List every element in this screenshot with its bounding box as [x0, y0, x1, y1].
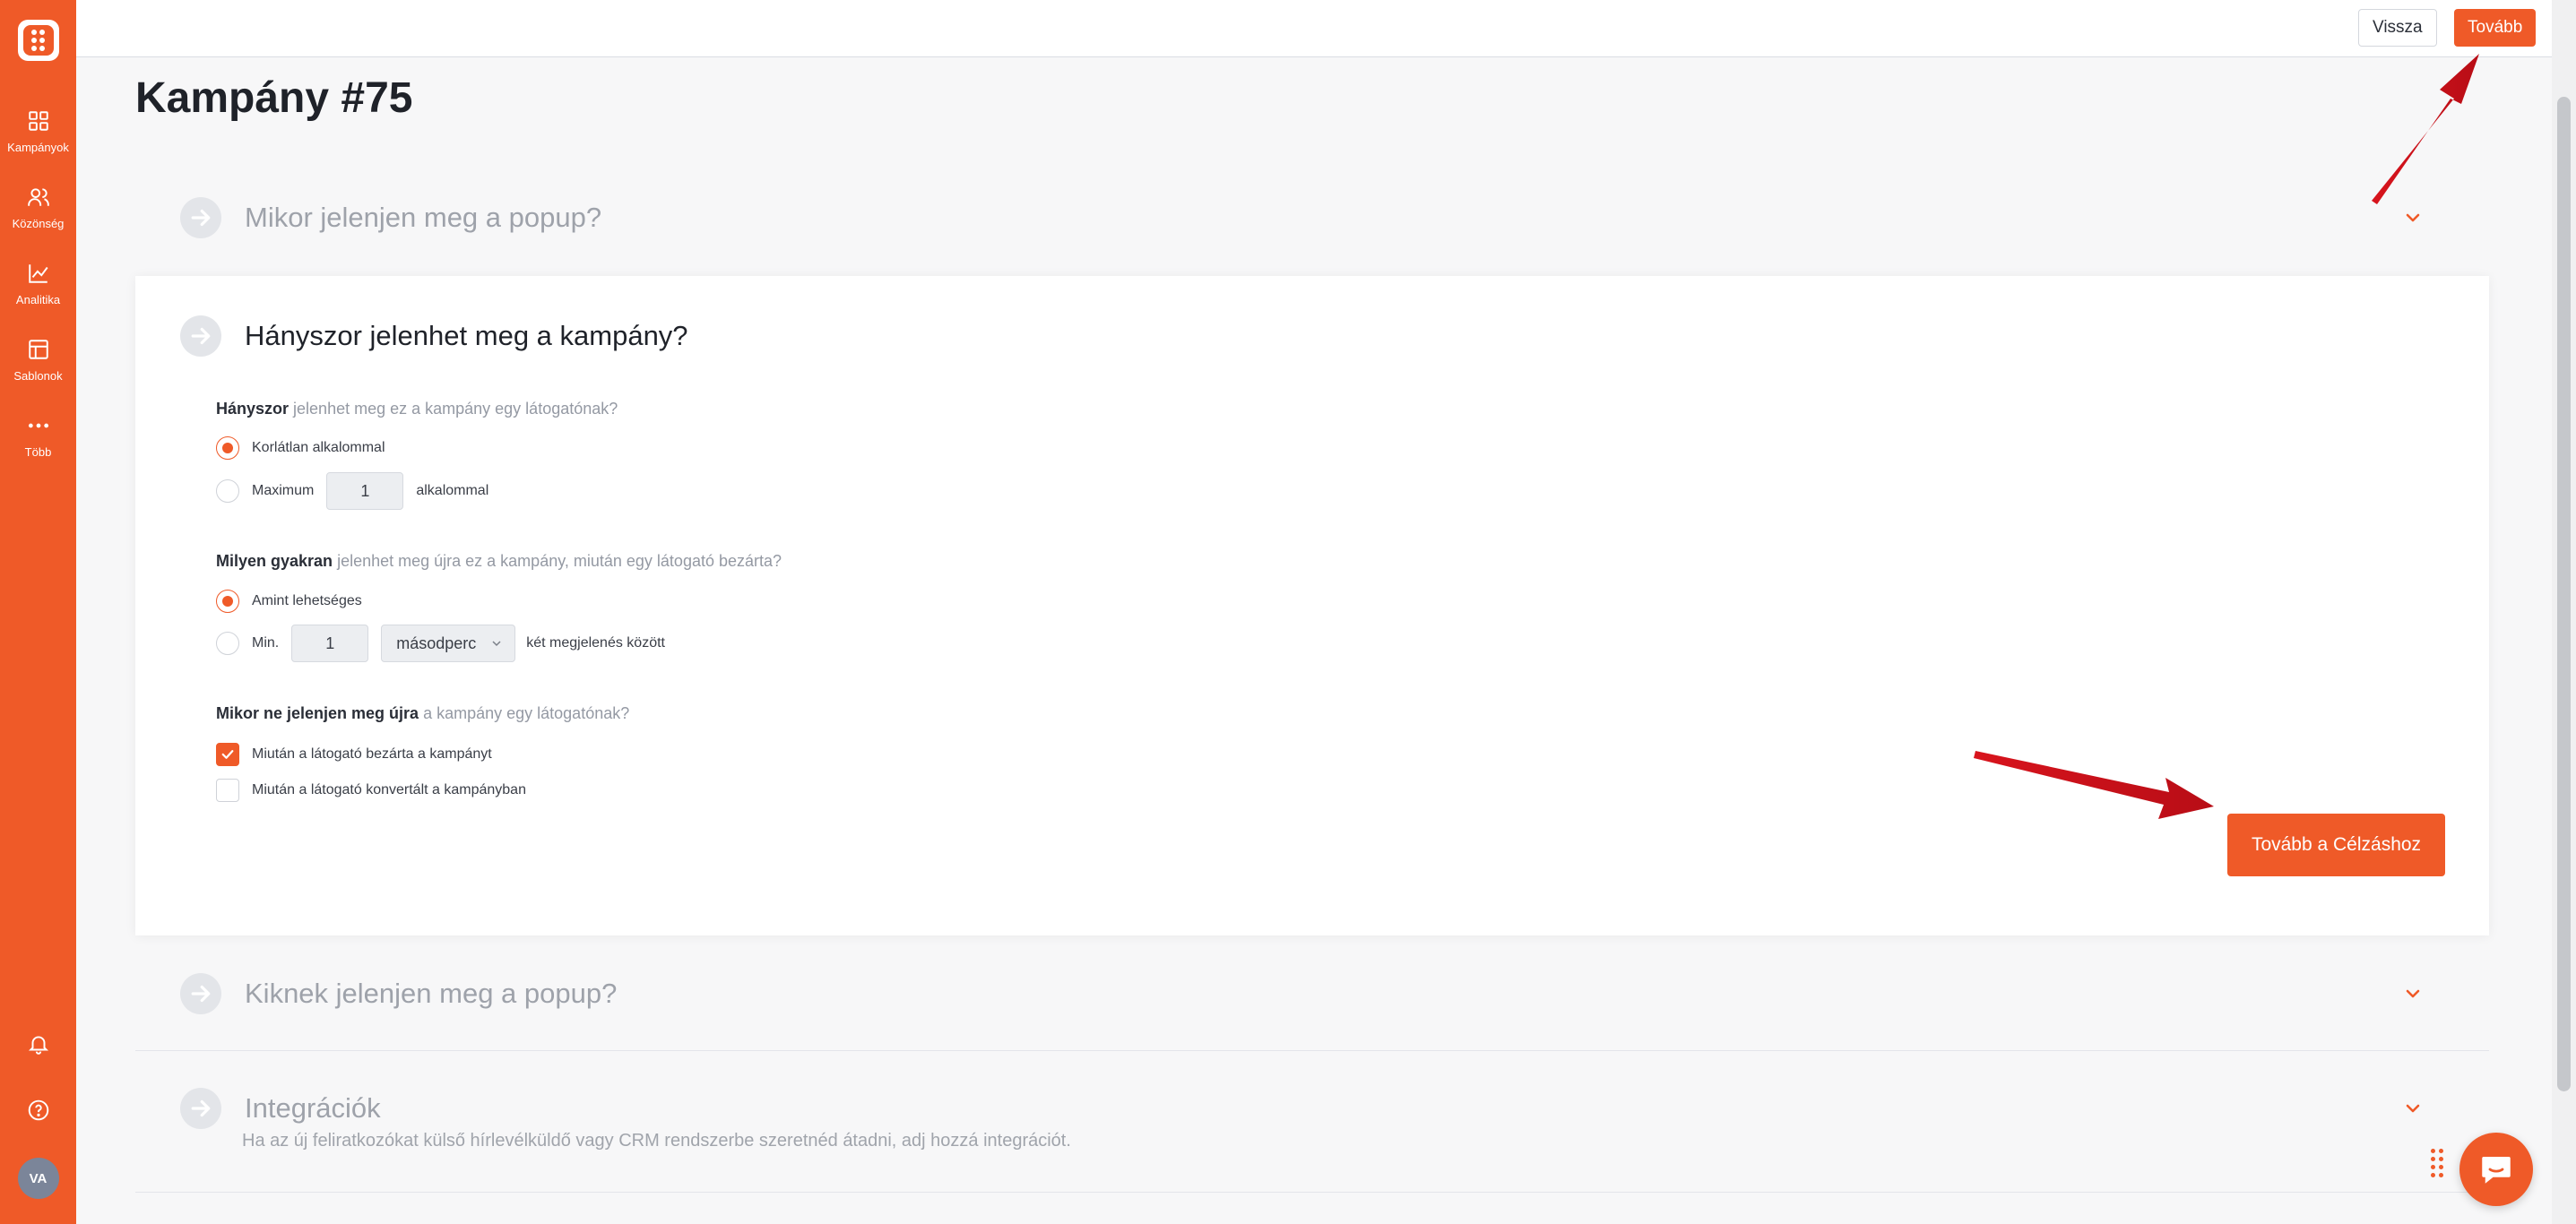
question-when-not: Mikor ne jelenjen meg újra a kampány egy… — [216, 704, 630, 722]
sidebar-nav: Kampányok Közönség Analitika Sablonok Tö… — [0, 93, 76, 474]
app-logo[interactable] — [17, 20, 59, 61]
max-count-input[interactable]: 1 — [326, 472, 404, 510]
option-after-close[interactable]: Miután a látogató bezárta a kampányt — [216, 743, 492, 766]
section-when[interactable]: Mikor jelenjen meg a popup? — [135, 192, 2489, 246]
min-interval-input[interactable]: 1 — [291, 625, 369, 662]
sidebar-item-label: Sablonok — [13, 368, 63, 383]
scrollbar-thumb[interactable] — [2557, 97, 2571, 1091]
page-title: Kampány #75 — [135, 74, 413, 122]
sidebar-item-kampanyok[interactable]: Kampányok — [0, 93, 76, 169]
checkbox-after-convert[interactable] — [216, 779, 239, 802]
sidebar-item-kozonseg[interactable]: Közönség — [0, 169, 76, 246]
option-after-convert[interactable]: Miután a látogató konvertált a kampányba… — [216, 779, 526, 802]
more-icon — [28, 423, 48, 427]
layout-icon — [28, 339, 48, 359]
chevron-down-icon — [492, 641, 501, 647]
sidebar-item-label: Közönség — [12, 216, 65, 230]
section-description: Ha az új feliratkozókat külső hírlevélkü… — [242, 1131, 1071, 1151]
back-button[interactable]: Vissza — [2358, 9, 2437, 47]
bell-icon — [28, 1036, 48, 1055]
section-title: Mikor jelenjen meg a popup? — [245, 202, 602, 233]
chevron-down-icon[interactable] — [2402, 207, 2424, 228]
divider — [135, 1050, 2489, 1051]
logo-dots-icon — [22, 25, 54, 56]
section-title: Hányszor jelenhet meg a kampány? — [245, 320, 688, 351]
section-who[interactable]: Kiknek jelenjen meg a popup? — [135, 968, 2489, 1021]
section-header[interactable]: Hányszor jelenhet meg a kampány? — [180, 315, 688, 357]
arrow-annotation-top-icon — [2372, 54, 2479, 204]
section-title: Integrációk — [245, 1092, 381, 1124]
chevron-down-icon[interactable] — [2402, 983, 2424, 1004]
arrow-right-icon — [180, 197, 221, 238]
option-min-interval[interactable]: Min. 1 másodperc két megjelenés között — [216, 625, 665, 662]
radio-maximum[interactable] — [216, 479, 239, 503]
radio-asap[interactable] — [216, 590, 239, 613]
section-header: Mikor jelenjen meg a popup? — [180, 197, 601, 238]
chevron-down-icon[interactable] — [2402, 1098, 2424, 1119]
question-how-often: Milyen gyakran jelenhet meg újra ez a ka… — [216, 552, 782, 570]
option-asap[interactable]: Amint lehetséges — [216, 590, 362, 613]
arrow-right-icon — [180, 1088, 221, 1129]
sidebar-item-label: Több — [24, 444, 52, 459]
divider — [135, 1192, 2489, 1193]
check-icon — [221, 750, 234, 759]
section-frequency-card: Hányszor jelenhet meg a kampány? Hányszo… — [135, 276, 2489, 935]
question-how-many: Hányszor jelenhet meg ez a kampány egy l… — [216, 400, 618, 418]
option-maximum[interactable]: Maximum 1 alkalommal — [216, 472, 488, 510]
sidebar-item-sablonok[interactable]: Sablonok — [0, 322, 76, 398]
continue-to-targeting-button[interactable]: Tovább a Célzáshoz — [2227, 814, 2445, 876]
drag-handle-icon[interactable] — [2431, 1149, 2443, 1177]
interval-unit-select[interactable]: másodperc — [381, 625, 516, 662]
help-icon — [28, 1099, 48, 1121]
sidebar-bottom: VA — [0, 1011, 76, 1224]
section-integrations[interactable]: Integrációk — [135, 1082, 2489, 1136]
sidebar-item-tobb[interactable]: Több — [0, 398, 76, 474]
sidebar-item-label: Analitika — [15, 292, 61, 306]
radio-unlimited[interactable] — [216, 436, 239, 460]
chart-icon — [28, 263, 48, 283]
option-unlimited[interactable]: Korlátlan alkalommal — [216, 436, 385, 460]
arrow-right-icon — [180, 973, 221, 1014]
sidebar-item-label: Kampányok — [7, 140, 69, 154]
next-button[interactable]: Tovább — [2454, 9, 2537, 47]
section-header: Integrációk — [180, 1088, 381, 1129]
sidebar: Kampányok Közönség Analitika Sablonok Tö… — [0, 0, 76, 1224]
section-header: Kiknek jelenjen meg a popup? — [180, 973, 617, 1014]
grid-icon — [28, 110, 48, 131]
help-button[interactable] — [0, 1077, 76, 1143]
avatar[interactable]: VA — [17, 1158, 59, 1199]
chat-bubble-icon — [2482, 1157, 2511, 1184]
chat-button[interactable] — [2459, 1133, 2533, 1206]
sidebar-item-analitika[interactable]: Analitika — [0, 246, 76, 322]
users-icon — [27, 187, 49, 206]
checkbox-after-close[interactable] — [216, 743, 239, 766]
radio-min-interval[interactable] — [216, 632, 239, 655]
section-title: Kiknek jelenjen meg a popup? — [245, 978, 618, 1009]
notifications-button[interactable] — [0, 1011, 76, 1077]
top-bar: Vissza Tovább — [76, 0, 2552, 57]
arrow-right-icon — [180, 315, 221, 357]
